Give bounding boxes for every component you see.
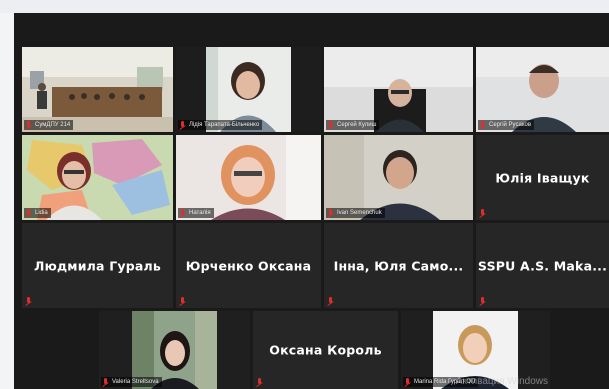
muted-mic-icon xyxy=(256,378,263,386)
participant-name: Людмила Гураль xyxy=(34,258,161,273)
top-bar xyxy=(0,0,609,13)
participant-name: Сергей Кулиш xyxy=(337,122,377,128)
participant-name: Інна, Юля Само... xyxy=(333,258,464,273)
participant-name: Сергій Русаков xyxy=(489,122,532,128)
video-tile[interactable]: Лідія Тарапата-Більченко xyxy=(176,47,321,132)
participant-label: Сергей Кулиш xyxy=(326,120,380,130)
participant-label: Lidia xyxy=(24,208,51,218)
participant-label: Ivan Semenchuk xyxy=(326,208,385,218)
name-only-tile[interactable]: Оксана Король xyxy=(253,311,398,389)
muted-mic-icon xyxy=(25,297,32,305)
muted-mic-icon xyxy=(479,209,486,217)
muted-mic-icon xyxy=(179,297,186,305)
video-tile-classroom[interactable]: СумДПУ 214 xyxy=(22,47,173,132)
participant-label: Лідія Тарапата-Більченко xyxy=(178,120,263,130)
name-only-tile[interactable]: SSPU A.S. Maka... xyxy=(476,223,609,308)
windows-activation-watermark: Активация Windows xyxy=(455,376,548,387)
participant-name: Lidia xyxy=(35,210,48,216)
video-tile[interactable]: Наталія xyxy=(176,135,321,220)
name-only-tile[interactable]: Юлія Іващук xyxy=(476,135,609,220)
name-only-tile[interactable]: Людмила Гураль xyxy=(22,223,173,308)
video-tile[interactable]: Valeria Streltsova xyxy=(99,311,250,389)
muted-mic-icon xyxy=(25,209,32,217)
participant-name: Ivan Semenchuk xyxy=(337,210,382,216)
muted-mic-icon xyxy=(25,121,32,129)
participant-name: Оксана Король xyxy=(269,342,382,358)
name-only-tile[interactable]: Інна, Юля Само... xyxy=(324,223,473,308)
participant-name: Юлія Іващук xyxy=(495,170,590,185)
participant-label: Наталія xyxy=(178,208,214,218)
participant-name: Наталія xyxy=(189,210,211,216)
video-tile[interactable]: Сергей Кулиш xyxy=(324,47,473,132)
gallery-view: СумДПУ 214 Лідія Тарапата-Більченко Серг… xyxy=(14,13,609,389)
name-only-tile[interactable]: Юрченко Оксана xyxy=(176,223,321,308)
muted-mic-icon xyxy=(102,378,109,386)
participant-name: СумДПУ 214 xyxy=(35,122,71,128)
muted-mic-icon xyxy=(179,121,186,129)
muted-mic-icon xyxy=(327,209,334,217)
participant-name: SSPU A.S. Maka... xyxy=(477,258,608,273)
muted-mic-icon xyxy=(327,297,334,305)
participant-label: СумДПУ 214 xyxy=(24,120,74,130)
muted-mic-icon xyxy=(179,209,186,217)
participant-name: Юрченко Оксана xyxy=(185,258,312,273)
video-tile[interactable]: Ivan Semenchuk xyxy=(324,135,473,220)
video-tile[interactable]: Lidia xyxy=(22,135,173,220)
participant-label: Сергій Русаков xyxy=(478,120,535,130)
muted-mic-icon xyxy=(479,121,486,129)
muted-mic-icon xyxy=(327,121,334,129)
muted-mic-icon xyxy=(479,297,486,305)
video-tile[interactable]: Сергій Русаков xyxy=(476,47,609,132)
participant-label: Valeria Streltsova xyxy=(101,377,162,387)
participant-name: Лідія Тарапата-Більченко xyxy=(189,122,260,128)
video-tile[interactable]: Marina Rida Гуршт ОП Активация Windows xyxy=(401,311,550,389)
muted-mic-icon xyxy=(404,378,411,386)
participant-name: Valeria Streltsova xyxy=(112,379,159,385)
